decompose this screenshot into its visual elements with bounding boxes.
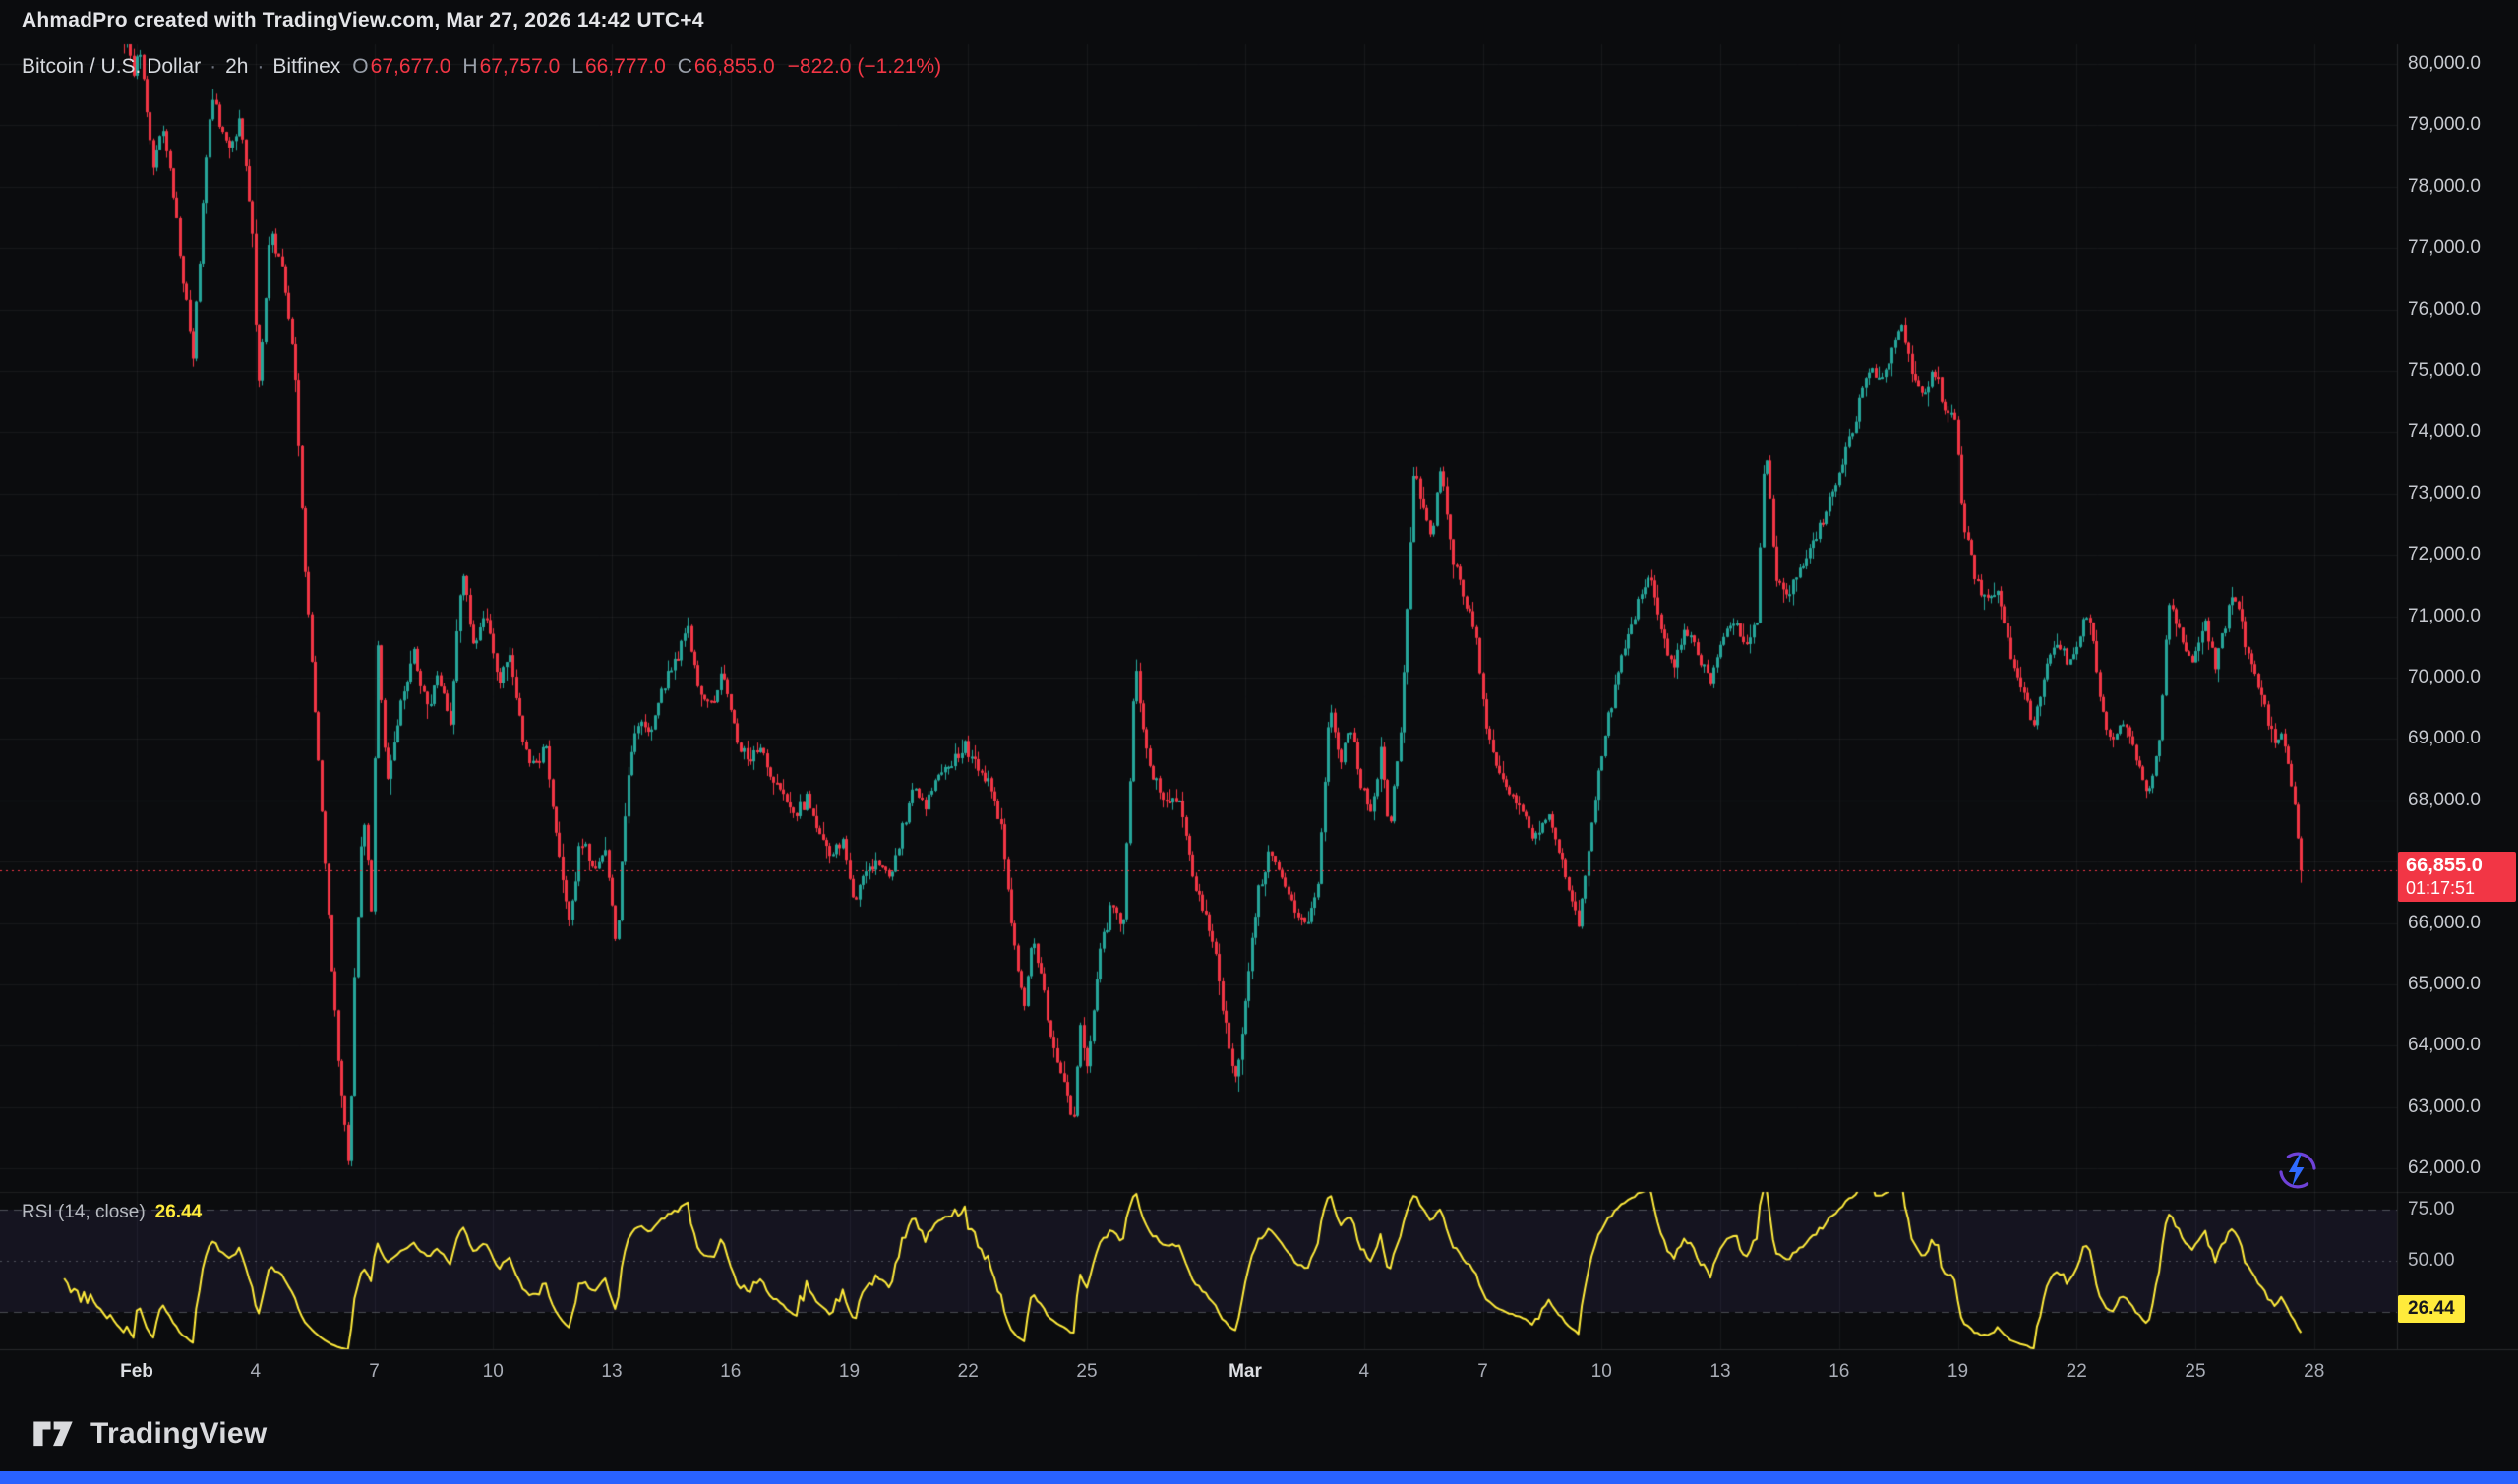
time-axis-label: 4 (1358, 1361, 1369, 1383)
price-axis-label: 70,000.0 (2408, 667, 2481, 688)
price-axis-label: 65,000.0 (2408, 974, 2481, 995)
price-axis-label: 69,000.0 (2408, 728, 2481, 749)
low-label: L (571, 55, 583, 78)
attribution-text: AhmadPro created with TradingView.com, M… (22, 9, 704, 32)
time-axis-label: 7 (369, 1361, 380, 1383)
time-axis-label: 13 (601, 1361, 622, 1383)
price-axis-label: 66,000.0 (2408, 913, 2481, 934)
change-value: −822.0 (−1.21%) (788, 55, 941, 79)
tradingview-wordmark[interactable]: TradingView (90, 1417, 267, 1451)
footer-bar: TradingView (0, 1396, 2518, 1471)
price-axis-label: 64,000.0 (2408, 1035, 2481, 1056)
last-price-value: 66,855.0 (2406, 855, 2508, 878)
time-axis-label: 28 (2304, 1361, 2324, 1383)
exchange-label[interactable]: Bitfinex (272, 55, 340, 79)
price-axis-label: 73,000.0 (2408, 483, 2481, 505)
rsi-value: 26.44 (155, 1202, 203, 1223)
symbol-legend[interactable]: Bitcoin / U.S. Dollar · 2h · Bitfinex O6… (22, 55, 941, 79)
price-axis-label: 62,000.0 (2408, 1158, 2481, 1179)
price-axis-label: 74,000.0 (2408, 421, 2481, 443)
open-value: 67,677.0 (371, 55, 451, 78)
bar-countdown: 01:17:51 (2406, 878, 2508, 899)
time-axis-label: 4 (250, 1361, 261, 1383)
price-axis-label: 71,000.0 (2408, 606, 2481, 627)
price-axis-label: 78,000.0 (2408, 176, 2481, 198)
time-axis-label: 13 (1709, 1361, 1730, 1383)
tradingview-chart: AhmadPro created with TradingView.com, M… (0, 0, 2518, 1484)
rsi-legend[interactable]: RSI (14, close) 26.44 (22, 1202, 202, 1223)
time-axis-label: 16 (720, 1361, 741, 1383)
time-axis-label: 22 (2067, 1361, 2087, 1383)
bottom-accent-bar (0, 1471, 2518, 1484)
close-value: 66,855.0 (694, 55, 775, 78)
ohlc-open: O67,677.0 (352, 55, 450, 79)
time-axis-label: 19 (839, 1361, 860, 1383)
time-axis-label: 16 (1829, 1361, 1849, 1383)
rsi-axis-label: 75.00 (2408, 1199, 2455, 1220)
high-value: 67,757.0 (480, 55, 561, 78)
ohlc-low: L66,777.0 (571, 55, 665, 79)
close-label: C (678, 55, 692, 78)
time-axis-label: 10 (1591, 1361, 1612, 1383)
legend-separator: · (210, 55, 216, 79)
rsi-axis-label: 50.00 (2408, 1250, 2455, 1272)
time-axis-label: 22 (958, 1361, 979, 1383)
ohlc-close: C66,855.0 (678, 55, 775, 79)
time-axis-label: 7 (1477, 1361, 1488, 1383)
ohlc-high: H67,757.0 (462, 55, 560, 79)
price-axis-label: 72,000.0 (2408, 544, 2481, 565)
price-axis-label: 77,000.0 (2408, 237, 2481, 259)
chart-canvas[interactable] (0, 0, 2518, 1484)
rsi-value-badge: 26.44 (2398, 1295, 2465, 1323)
price-axis-label: 76,000.0 (2408, 299, 2481, 321)
price-axis-label: 80,000.0 (2408, 53, 2481, 75)
low-value: 66,777.0 (585, 55, 666, 78)
open-label: O (352, 55, 368, 78)
time-axis-label: Feb (120, 1361, 153, 1383)
interval-label[interactable]: 2h (225, 55, 248, 79)
symbol-title[interactable]: Bitcoin / U.S. Dollar (22, 55, 201, 79)
flash-refresh-icon[interactable] (2274, 1147, 2321, 1194)
rsi-label: RSI (14, close) (22, 1202, 146, 1223)
price-axis-label: 63,000.0 (2408, 1097, 2481, 1118)
time-axis-label: Mar (1229, 1361, 1262, 1383)
price-axis-label: 79,000.0 (2408, 114, 2481, 136)
time-axis-label: 25 (2185, 1361, 2205, 1383)
price-axis-label: 75,000.0 (2408, 360, 2481, 382)
high-label: H (462, 55, 477, 78)
time-axis-label: 19 (1948, 1361, 1968, 1383)
legend-separator: · (257, 55, 264, 79)
time-axis-label: 25 (1076, 1361, 1097, 1383)
tradingview-logo-icon[interactable] (30, 1416, 77, 1453)
time-axis-label: 10 (483, 1361, 504, 1383)
last-price-badge: 66,855.0 01:17:51 (2398, 852, 2516, 902)
price-axis-label: 68,000.0 (2408, 790, 2481, 811)
